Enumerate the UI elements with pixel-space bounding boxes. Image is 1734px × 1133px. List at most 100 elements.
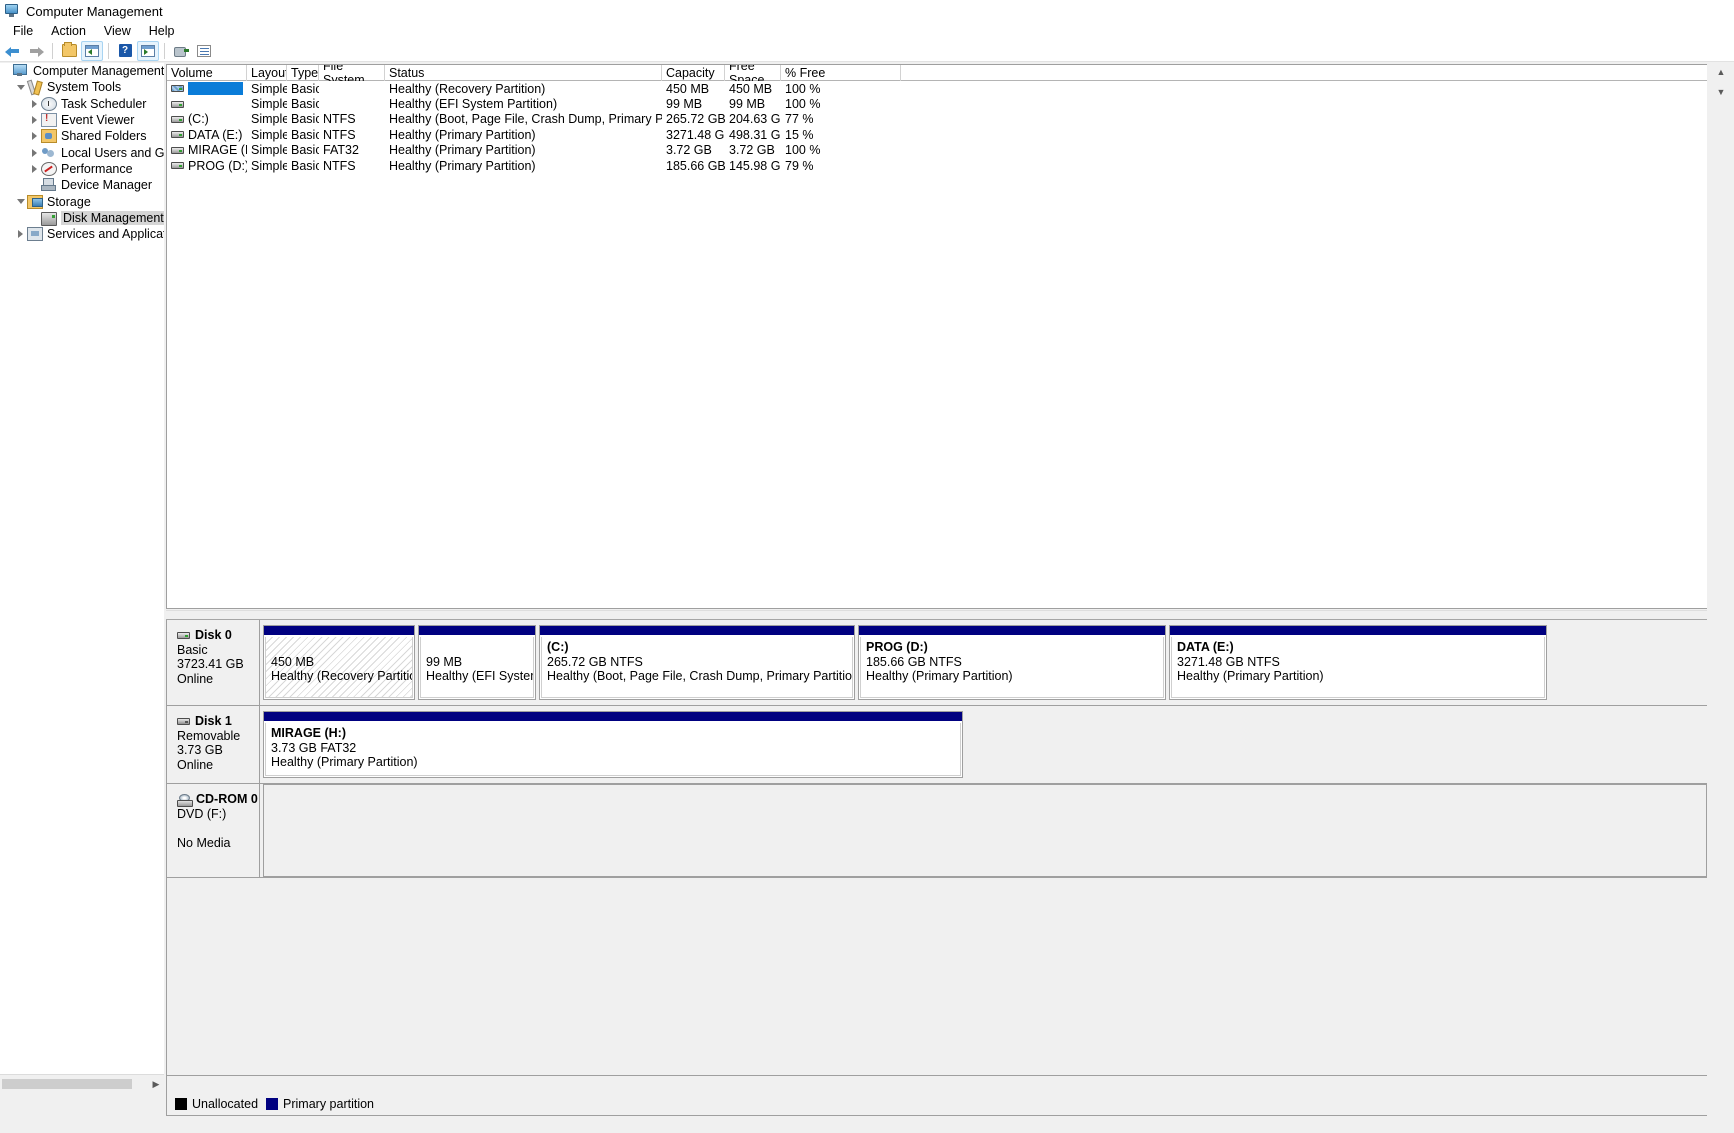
volume-name-cell	[167, 82, 247, 96]
recovery-partition-icon	[171, 85, 184, 93]
partition-size: 450 MB	[271, 654, 315, 669]
scroll-up-button[interactable]: ▲	[1712, 63, 1730, 81]
chevron-right-icon[interactable]	[14, 226, 27, 242]
main-vertical-scrollbar[interactable]: ▲ ▼	[1709, 63, 1734, 1133]
empty-media-area[interactable]	[263, 784, 1707, 877]
cell-free: 450 MB	[729, 81, 773, 96]
tree-scroll-right-button[interactable]: ▶	[149, 1077, 163, 1091]
partition-color-bar	[540, 626, 854, 636]
disk-info-panel[interactable]: Disk 0 Basic 3723.41 GB Online	[167, 620, 260, 705]
volume-row[interactable]: Simple Basic Healthy (EFI System Partition…	[167, 96, 1707, 111]
cell-layout: Simple	[251, 97, 287, 112]
cell-free: 204.63 GB	[729, 112, 781, 127]
partition-box[interactable]: MIRAGE (H:) 3.73 GB FAT32 Healthy (Primary…	[263, 711, 963, 778]
partition-box[interactable]: 99 MBHealthy (EFI System P	[418, 625, 536, 700]
tree-scroll-thumb[interactable]	[2, 1079, 132, 1089]
partition-size: 265.72 GB NTFS	[547, 654, 643, 669]
volume-row[interactable]: Simple Basic Healthy (Recovery Partition) 4…	[167, 81, 1707, 96]
column-header-capacity[interactable]: Capacity	[662, 65, 725, 81]
disk-row[interactable]: CD-ROM 0 DVD (F:) No Media	[167, 784, 1707, 878]
sidebar-item-computer-management-local[interactable]: Computer Management (Local	[0, 63, 164, 79]
sidebar-item-shared-folders[interactable]: Shared Folders	[0, 128, 164, 144]
cell-pct: 100 %	[785, 81, 821, 96]
column-header-volume[interactable]: Volume	[167, 65, 247, 81]
partition-box[interactable]: PROG (D:) 185.66 GB NTFS Healthy (Primary …	[858, 625, 1166, 700]
menu-item-view[interactable]: View	[95, 23, 140, 39]
chevron-down-icon[interactable]	[14, 79, 27, 95]
cell-capacity: 99 MB	[666, 97, 703, 112]
console-tree[interactable]: Computer Management (LocalSystem ToolsTa…	[0, 63, 164, 1074]
cell-status: Healthy (Primary Partition)	[389, 158, 536, 173]
chevron-right-icon[interactable]	[28, 161, 41, 177]
partition-details: MIRAGE (H:) 3.73 GB FAT32 Healthy (Primary…	[265, 723, 961, 776]
volume-row[interactable]: PROG (D:) Simple Basic NTFS Healthy (Primary…	[167, 158, 1707, 173]
disk-icon	[41, 212, 57, 227]
volume-name-cell	[167, 100, 247, 108]
cell-free: 498.31 GB	[729, 127, 781, 142]
column-header-type[interactable]: Type	[287, 65, 319, 81]
partition-size: 185.66 GB NTFS	[866, 654, 962, 669]
sidebar-item-local-users-and-groups[interactable]: Local Users and Groups	[0, 144, 164, 160]
menu-item-file[interactable]: File	[4, 23, 42, 39]
volume-label: MIRAGE (H:)	[188, 143, 247, 158]
sidebar-item-device-manager[interactable]: Device Manager	[0, 177, 164, 193]
partition-status: Healthy (Recovery Partition)	[271, 669, 413, 683]
menu-item-action[interactable]: Action	[42, 23, 95, 39]
partition-color-bar	[264, 712, 962, 722]
cell-fs: NTFS	[323, 127, 356, 142]
system-tools-icon	[27, 80, 43, 94]
sidebar-item-disk-management[interactable]: Disk Management	[0, 210, 164, 227]
disk-row[interactable]: Disk 0 Basic 3723.41 GB Online 450 MB Healthy…	[167, 620, 1707, 706]
disk-type: Basic	[177, 642, 208, 657]
chevron-down-icon[interactable]	[14, 194, 27, 210]
cell-type: Basic	[291, 97, 319, 112]
scroll-down-button[interactable]: ▼	[1712, 83, 1730, 101]
menu-item-help[interactable]: Help	[140, 23, 184, 39]
services-icon	[27, 227, 43, 242]
chevron-right-icon[interactable]	[28, 128, 41, 144]
pane-splitter[interactable]	[166, 610, 1707, 620]
sidebar-item-performance[interactable]: Performance	[0, 161, 164, 177]
partition-status: Healthy (Primary Partition)	[271, 755, 418, 769]
rescan-disks-button[interactable]	[170, 41, 192, 61]
help-button[interactable]: ?	[114, 41, 136, 61]
partition-box[interactable]: DATA (E:) 3271.48 GB NTFS Healthy (Primary…	[1169, 625, 1547, 700]
partition-size: 3271.48 GB NTFS	[1177, 654, 1280, 669]
volume-row[interactable]: MIRAGE (H:) Simple Basic FAT32 Healthy (Prim…	[167, 143, 1707, 158]
tree-horizontal-scrollbar[interactable]: ▶	[0, 1074, 164, 1092]
sidebar-item-system-tools[interactable]: System Tools	[0, 79, 164, 95]
cell-pct: 100 %	[785, 143, 821, 158]
chevron-right-icon[interactable]	[28, 145, 41, 161]
sidebar-item-storage[interactable]: Storage	[0, 193, 164, 209]
removable-disk-icon	[177, 717, 190, 725]
show-hide-console-tree-button[interactable]	[81, 40, 103, 61]
partition-box[interactable]: (C:) 265.72 GB NTFS Healthy (Boot, Page Fi…	[539, 625, 855, 700]
disk-row[interactable]: Disk 1 Removable 3.73 GB Online MIRAGE (H:) 3…	[167, 706, 1707, 784]
sidebar-item-event-viewer[interactable]: Event Viewer	[0, 112, 164, 128]
column-header-free-space[interactable]: Free Space	[725, 65, 781, 81]
back-button[interactable]	[2, 41, 24, 61]
disk-size	[177, 821, 259, 836]
column-header-layout[interactable]: Layout	[247, 65, 287, 81]
properties-button[interactable]	[193, 41, 215, 61]
volume-row[interactable]: (C:) Simple Basic NTFS Healthy (Boot, Page F…	[167, 112, 1707, 127]
chevron-right-icon[interactable]	[28, 112, 41, 128]
graphical-disk-view[interactable]: Disk 0 Basic 3723.41 GB Online 450 MB Healthy…	[166, 620, 1707, 1076]
volume-list[interactable]: Volume Layout Type File System Status Capacit…	[166, 64, 1707, 609]
up-folder-button[interactable]	[58, 41, 80, 61]
back-icon	[5, 45, 21, 57]
disk-info-panel[interactable]: Disk 1 Removable 3.73 GB Online	[167, 706, 260, 783]
sidebar-item-services-and-applications[interactable]: Services and Applications	[0, 226, 164, 242]
volume-row[interactable]: DATA (E:) Simple Basic NTFS Healthy (Primary…	[167, 127, 1707, 142]
disk-info-panel[interactable]: CD-ROM 0 DVD (F:) No Media	[167, 784, 260, 877]
cell-pct: 79 %	[785, 158, 814, 173]
column-header-file-system[interactable]: File System	[319, 65, 385, 81]
forward-button[interactable]	[25, 41, 47, 61]
column-header-status[interactable]: Status	[385, 65, 662, 81]
volume-name-cell: DATA (E:)	[167, 128, 247, 142]
sidebar-item-task-scheduler[interactable]: Task Scheduler	[0, 96, 164, 112]
column-header-free[interactable]: % Free	[781, 65, 901, 81]
partition-box[interactable]: 450 MB Healthy (Recovery Partition)	[263, 625, 415, 700]
show-action-pane-button[interactable]	[137, 40, 159, 61]
chevron-right-icon[interactable]	[28, 96, 41, 112]
